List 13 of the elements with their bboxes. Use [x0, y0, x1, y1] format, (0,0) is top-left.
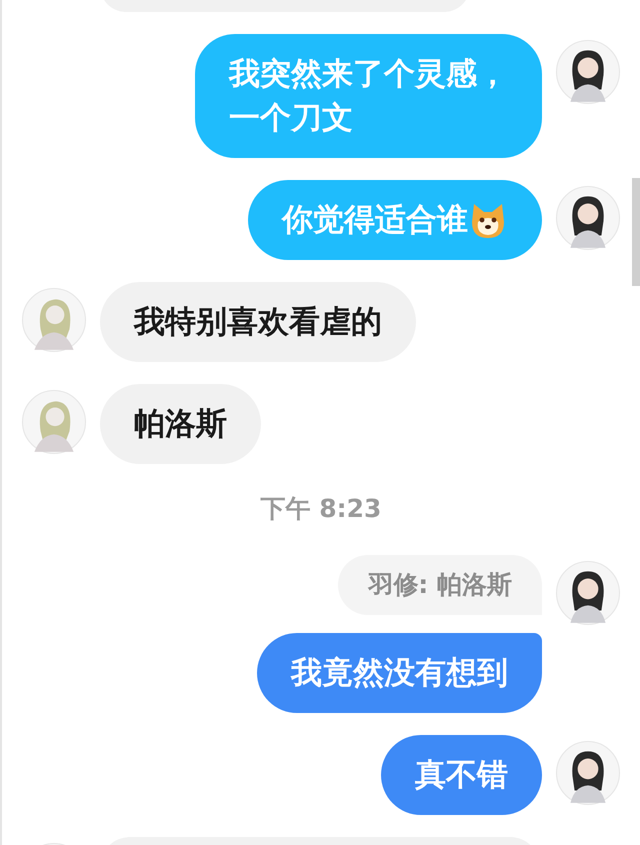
- message-text: 一个刀文: [229, 99, 354, 138]
- message-text: 我竟然没有想到: [291, 654, 508, 693]
- message-text: 我突然来了个灵感，: [229, 55, 508, 94]
- message-text: 你觉得适合谁: [282, 201, 468, 240]
- avatar[interactable]: [556, 561, 620, 625]
- message-text: 我特别喜欢看虐的: [134, 303, 382, 342]
- avatar[interactable]: [556, 741, 620, 805]
- avatar[interactable]: [556, 186, 620, 250]
- message-text: 帕洛斯: [134, 405, 227, 444]
- avatar[interactable]: [556, 40, 620, 104]
- timestamp: 下午 8:23: [260, 493, 382, 525]
- quoted-message: 羽修: 帕洛斯: [338, 555, 542, 615]
- message-text: 真不错: [415, 756, 508, 795]
